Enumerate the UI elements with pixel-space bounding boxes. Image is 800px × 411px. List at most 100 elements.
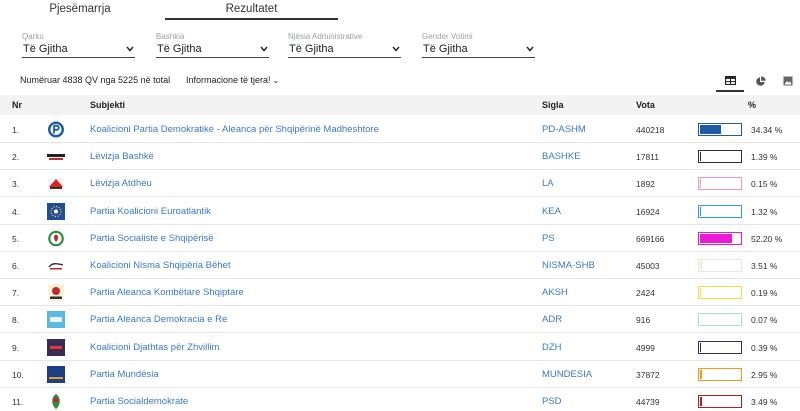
vote-share-bar — [698, 340, 742, 354]
vote-percentage: 2.95 % — [751, 369, 778, 380]
filter-county: Qarku Të Gjitha — [22, 32, 135, 58]
vote-percentage: 0.15 % — [751, 179, 778, 190]
filter-admin-unit-value: Të Gjitha — [289, 43, 334, 55]
filter-county-select[interactable]: Të Gjitha — [22, 42, 135, 58]
vote-count: 1892 — [636, 179, 655, 190]
vote-count: 4999 — [636, 342, 655, 353]
party-name-link[interactable]: Lëvizja Bashkë — [90, 151, 154, 162]
filter-county-value: Të Gjitha — [23, 43, 68, 55]
filter-gender: Gender Votimi Të Gjitha — [422, 32, 535, 58]
pie-chart-icon — [755, 75, 766, 86]
table-row: 2. Lëvizja Bashkë BASHKE 17811 1.39 % — [0, 143, 800, 171]
party-abbreviation: DZH — [542, 341, 562, 353]
table-row: 5. Partia Socialiste e Shqipërisë PS 669166… — [0, 225, 800, 252]
party-abbreviation: AKSH — [542, 287, 568, 299]
vote-percentage: 1.32 % — [751, 206, 778, 217]
pie-chart-view-button[interactable] — [746, 70, 774, 92]
table-view-button[interactable] — [716, 70, 744, 92]
header-nr: Nr — [12, 100, 23, 110]
chevron-down-icon — [392, 46, 400, 52]
row-number: 2. — [12, 152, 20, 163]
tab-participation[interactable]: Pjesëmarrja — [20, 0, 140, 20]
tab-results[interactable]: Rezultatet — [165, 0, 338, 20]
table-icon — [724, 75, 736, 85]
vote-share-bar — [698, 204, 742, 218]
table-row: 8. Partia Aleanca Demokracia e Re ADR 916 0.… — [0, 306, 800, 334]
vote-share-fill — [700, 206, 701, 216]
filter-municipality: Bashkia Të Gjitha — [156, 32, 269, 58]
counted-summary: Numëruar 4838 QV nga 5225 në total — [20, 75, 171, 85]
filter-admin-unit-select[interactable]: Të Gjitha — [288, 42, 401, 58]
party-logo-icon — [47, 365, 65, 383]
row-number: 8. — [12, 315, 20, 326]
table-row: 4. Partia Koalicioni Euroatlantik KEA 16924… — [0, 198, 800, 225]
filter-gender-label: Gender Votimi — [422, 32, 473, 41]
vote-share-fill — [700, 233, 733, 243]
party-logo-icon — [47, 393, 65, 410]
vote-percentage: 0.07 % — [751, 315, 778, 326]
filter-gender-value: Të Gjitha — [423, 43, 468, 55]
party-name-link[interactable]: Koalicioni Partia Demokratike - Aleanca … — [90, 124, 379, 135]
vote-share-bar — [698, 367, 742, 381]
more-info-toggle[interactable]: Informacione të tjera! ⌄ — [186, 75, 279, 85]
party-abbreviation: MUNDESIA — [542, 368, 593, 380]
vote-count: 2424 — [636, 288, 655, 299]
vote-percentage: 3.49 % — [751, 397, 778, 407]
party-abbreviation: PS — [542, 232, 555, 244]
filter-admin-unit: Njësia Administrative Të Gjitha — [288, 32, 401, 58]
party-name-link[interactable]: Partia Socialdemokrate — [90, 396, 188, 407]
view-switcher — [714, 70, 800, 92]
vote-share-fill — [700, 369, 702, 379]
table-row: 6. Koalicioni Nisma Shqipëria Bëhet NISMA-… — [0, 252, 800, 279]
party-name-link[interactable]: Lëvizja Atdheu — [90, 178, 152, 189]
table-row: 3. Lëvizja Atdheu LA 1892 0.15 % — [0, 170, 800, 198]
party-logo-icon — [47, 257, 65, 274]
chevron-down-icon — [526, 46, 534, 52]
party-abbreviation: PSD — [542, 396, 562, 407]
filter-municipality-select[interactable]: Të Gjitha — [156, 42, 269, 58]
row-number: 3. — [12, 179, 20, 190]
table-row: 9. Koalicioni Djathtas për Zhvillim DZH 499… — [0, 334, 800, 361]
party-abbreviation: ADR — [542, 314, 563, 326]
vote-percentage: 0.19 % — [751, 288, 778, 299]
chevron-down-icon — [126, 46, 134, 52]
results-tabs: Pjesëmarrja Rezultatet — [0, 0, 800, 20]
table-row: 11. Partia Socialdemokrate PSD 44739 3.49 % — [0, 388, 800, 411]
row-number: 5. — [12, 233, 20, 244]
vote-share-bar — [698, 395, 742, 408]
vote-share-bar — [698, 259, 742, 272]
vote-count: 669166 — [636, 233, 665, 244]
vote-count: 440218 — [636, 125, 665, 135]
header-votes: Vota — [636, 100, 655, 110]
party-name-link[interactable]: Partia Aleanca Demokracia e Re — [90, 314, 227, 325]
row-number: 11. — [12, 397, 24, 407]
filter-county-label: Qarku — [22, 32, 44, 41]
party-logo-icon — [47, 338, 65, 356]
party-name-link[interactable]: Partia Koalicioni Euroatlantik — [90, 206, 211, 217]
party-logo-icon — [47, 230, 65, 247]
filter-municipality-value: Të Gjitha — [157, 43, 202, 55]
party-name-link[interactable]: Partia Socialiste e Shqipërisë — [90, 233, 214, 244]
party-name-link[interactable]: Koalicioni Nisma Shqipëria Bëhet — [90, 260, 230, 271]
party-logo-icon — [47, 148, 65, 165]
filter-gender-select[interactable]: Të Gjitha — [422, 42, 535, 58]
party-name-link[interactable]: Partia Mundësia — [90, 369, 159, 380]
party-logo-icon — [47, 311, 65, 329]
vote-count: 17811 — [636, 152, 660, 163]
party-abbreviation: NISMA-SHB — [542, 260, 595, 271]
vote-percentage: 1.39 % — [751, 152, 778, 163]
image-view-button[interactable] — [774, 70, 800, 92]
vote-share-bar — [698, 313, 742, 327]
row-number: 7. — [12, 288, 20, 299]
header-subject: Subjekti — [90, 100, 126, 110]
vote-count: 16924 — [636, 206, 660, 217]
filter-admin-unit-label: Njësia Administrative — [288, 32, 363, 41]
row-number: 4. — [12, 206, 20, 217]
party-name-link[interactable]: Partia Aleanca Kombëtare Shqiptare — [90, 287, 244, 298]
filters-bar: Qarku Të Gjitha Bashkia Të Gjitha Njësia… — [22, 32, 622, 60]
party-logo-icon — [47, 284, 65, 302]
table-header: Nr Subjekti Sigla Vota % — [0, 95, 800, 115]
vote-share-bar — [698, 231, 742, 245]
party-name-link[interactable]: Koalicioni Djathtas për Zhvillim — [90, 342, 219, 353]
table-row: 7. Partia Aleanca Kombëtare Shqiptare AKSH… — [0, 279, 800, 307]
